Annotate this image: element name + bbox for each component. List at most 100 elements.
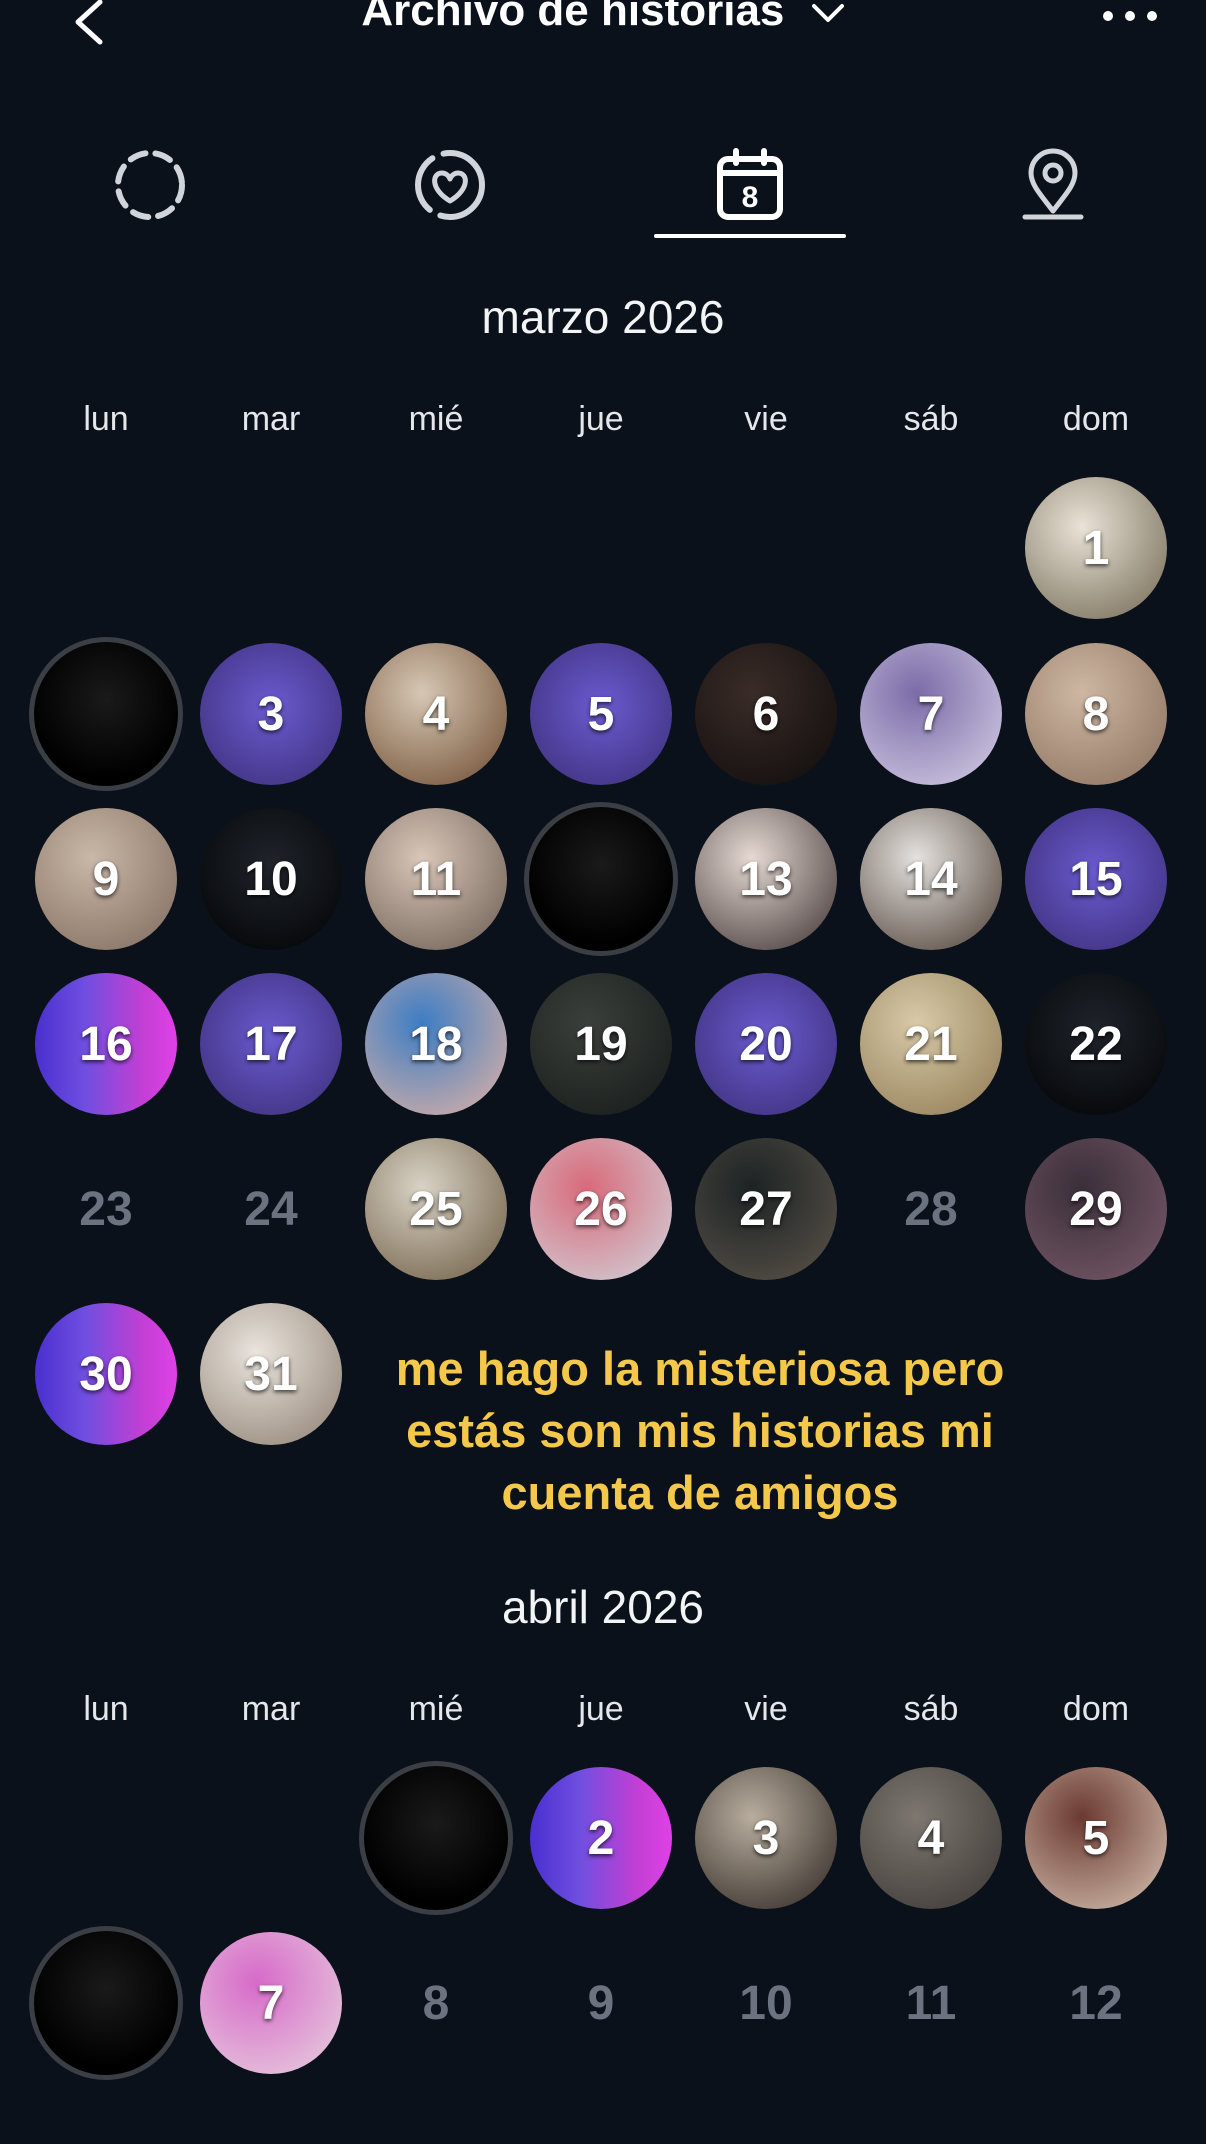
top-bar: Archivo de historias [0, 0, 1206, 60]
calendar-day-empty: 10 [695, 1932, 837, 2074]
day-number: 2 [587, 1811, 615, 1865]
tab-highlights[interactable] [350, 130, 550, 240]
day-number: 10 [739, 1976, 793, 2030]
calendar-day-story[interactable] [524, 802, 678, 956]
calendar-day-story[interactable]: 21 [860, 973, 1002, 1115]
weekday-label: mié [408, 1690, 464, 1728]
calendar-day-story[interactable]: 3 [200, 643, 342, 785]
calendar-day-story[interactable]: 14 [860, 808, 1002, 950]
calendar-day-story[interactable]: 15 [1025, 808, 1167, 950]
calendar-day-story[interactable]: 22 [1025, 973, 1167, 1115]
calendar-day-story[interactable]: 2 [530, 1767, 672, 1909]
day-number: 3 [257, 687, 285, 741]
day-number: 27 [739, 1182, 793, 1236]
calendar-day-story[interactable]: 30 [35, 1303, 177, 1445]
calendar-day-story[interactable]: 11 [365, 808, 507, 950]
calendar-day-story[interactable]: 5 [530, 643, 672, 785]
calendar-day-empty: 9 [530, 1932, 672, 2074]
weekday-label: lun [83, 1690, 129, 1728]
heart-circle-icon [415, 150, 485, 220]
calendar-day-story[interactable]: 27 [695, 1138, 837, 1280]
day-number: 10 [244, 852, 298, 906]
tab-calendar[interactable]: 8 [650, 130, 850, 240]
calendar-day-story[interactable] [359, 1761, 513, 1915]
calendar-day-story[interactable]: 13 [695, 808, 837, 950]
calendar-day-story[interactable]: 16 [35, 973, 177, 1115]
title-dropdown[interactable]: Archivo de historias [0, 0, 1206, 36]
weekday-label: mar [241, 400, 301, 438]
chevron-down-icon [811, 4, 844, 23]
weekday-label: jue [578, 400, 624, 438]
tab-map[interactable] [953, 130, 1153, 240]
calendar-day-story[interactable]: 18 [365, 973, 507, 1115]
calendar-day-empty: 28 [860, 1138, 1002, 1280]
day-number: 8 [422, 1976, 450, 2030]
calendar-day-story[interactable]: 4 [860, 1767, 1002, 1909]
calendar-day-story[interactable]: 10 [200, 808, 342, 950]
dashed-circle-icon [115, 150, 185, 220]
day-number: 17 [244, 1017, 298, 1071]
calendar-day-story[interactable]: 5 [1025, 1767, 1167, 1909]
day-number: 6 [752, 687, 780, 741]
day-number: 9 [587, 1976, 615, 2030]
calendar-day-story[interactable]: 4 [365, 643, 507, 785]
weekday-label: vie [744, 1690, 788, 1728]
weekday-label: vie [744, 400, 788, 438]
more-horizontal-icon[interactable] [1100, 8, 1160, 24]
calendar-day-story[interactable] [29, 1926, 183, 2080]
day-number: 26 [574, 1182, 628, 1236]
day-number: 21 [904, 1017, 958, 1071]
day-number: 25 [409, 1182, 463, 1236]
weekday-label: jue [578, 1690, 624, 1728]
calendar-day-story[interactable]: 29 [1025, 1138, 1167, 1280]
calendar-day-story[interactable]: 26 [530, 1138, 672, 1280]
month-title-april: abril 2026 [501, 1581, 705, 1633]
calendar-day-empty: 8 [365, 1932, 507, 2074]
day-number: 12 [1069, 1976, 1123, 2030]
calendar-day-story[interactable]: 8 [1025, 643, 1167, 785]
calendar-day-story[interactable]: 7 [860, 643, 1002, 785]
calendar-day-empty: 23 [35, 1138, 177, 1280]
day-number: 16 [79, 1017, 133, 1071]
day-number: 18 [409, 1017, 463, 1071]
calendar-day-story[interactable] [29, 637, 183, 791]
day-number: 7 [257, 1976, 285, 2030]
calendar-day-story[interactable]: 25 [365, 1138, 507, 1280]
calendar-icon: 8 [717, 148, 783, 220]
month-title-march: marzo 2026 [481, 291, 725, 343]
day-number: 4 [917, 1811, 945, 1865]
weekday-label: dom [1062, 400, 1130, 438]
weekday-label: mié [408, 400, 464, 438]
day-number: 5 [1082, 1811, 1110, 1865]
day-number: 11 [410, 852, 462, 906]
day-number: 9 [92, 852, 120, 906]
day-number: 13 [739, 852, 793, 906]
calendar-day-empty: 24 [200, 1138, 342, 1280]
day-number: 14 [904, 852, 958, 906]
calendar-day-empty: 11 [860, 1932, 1002, 2074]
day-number: 20 [739, 1017, 793, 1071]
weekday-header-march: lun mar mié jue vie sáb dom [0, 400, 1206, 450]
calendar-day-story[interactable]: 9 [35, 808, 177, 950]
day-number: 8 [1082, 687, 1110, 741]
day-number: 22 [1069, 1017, 1123, 1071]
weekday-label: dom [1062, 1690, 1130, 1728]
calendar-day-story[interactable]: 19 [530, 973, 672, 1115]
day-number: 30 [79, 1347, 133, 1401]
calendar-day-story[interactable]: 7 [200, 1932, 342, 2074]
weekday-label: lun [83, 400, 129, 438]
calendar-day-story[interactable]: 6 [695, 643, 837, 785]
day-number: 15 [1069, 852, 1123, 906]
day-number: 4 [422, 687, 450, 741]
calendar-day-story[interactable]: 20 [695, 973, 837, 1115]
tab-stories[interactable] [50, 130, 250, 240]
day-number: 31 [244, 1347, 298, 1401]
calendar-day-story[interactable]: 3 [695, 1767, 837, 1909]
calendar-day-story[interactable]: 17 [200, 973, 342, 1115]
archive-tabs: 8 [0, 130, 1206, 250]
calendar-day-story[interactable]: 31 [200, 1303, 342, 1445]
map-pin-icon [1022, 148, 1084, 220]
calendar-day-story[interactable]: 1 [1025, 477, 1167, 619]
day-number: 7 [917, 687, 945, 741]
day-number: 5 [587, 687, 615, 741]
